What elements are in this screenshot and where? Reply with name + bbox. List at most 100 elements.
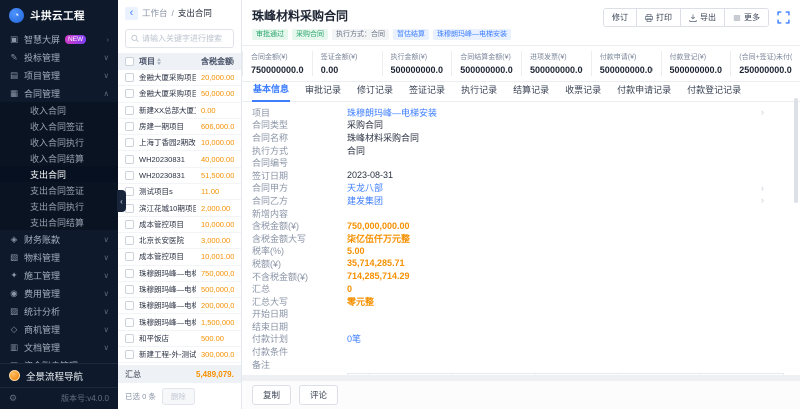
sidebar-item[interactable]: 支出合同结算 (0, 214, 118, 230)
stat-label: 付款登记(¥) (670, 52, 723, 62)
tab[interactable]: 执行记录 (460, 80, 498, 101)
row-checkbox[interactable] (125, 155, 134, 164)
back-icon[interactable]: ‹ (125, 7, 138, 20)
table-row[interactable]: 测试项目s 11.00 (118, 184, 241, 200)
chevron-right-icon[interactable]: › (761, 195, 764, 205)
row-checkbox[interactable] (125, 252, 134, 261)
row-checkbox[interactable] (125, 269, 134, 278)
row-checkbox[interactable] (125, 301, 134, 310)
search-input[interactable] (142, 34, 228, 43)
fullscreen-button[interactable] (777, 11, 790, 24)
sidebar-item[interactable]: 收入合同签证 (0, 118, 118, 134)
stat-cell: 合同结算金额(¥) 500000000.00 (451, 51, 521, 76)
row-checkbox[interactable] (125, 334, 134, 343)
sidebar-item[interactable]: ✦ 施工管理 ∨ (0, 266, 118, 284)
field-label: 执行方式 (252, 144, 347, 157)
footer-action-button[interactable]: 评论 (299, 385, 338, 405)
tab[interactable]: 付款申请记录 (616, 80, 672, 101)
print-button[interactable]: 打印 (636, 9, 680, 26)
more-button[interactable]: 更多 (724, 9, 768, 26)
table-row[interactable]: 成本管控项目 10,000.00 (118, 217, 241, 233)
sidebar-item[interactable]: ▧ 物料管理 ∨ (0, 248, 118, 266)
table-row[interactable]: 珠穆朗玛峰—电梯... 200,000,0... (118, 298, 241, 314)
select-all-checkbox[interactable] (125, 57, 134, 66)
row-checkbox[interactable] (125, 106, 134, 115)
tab[interactable]: 基本信息 (252, 79, 290, 102)
sidebar-item-badge: NEW (65, 35, 86, 44)
sidebar-item[interactable]: ▩ 资金账户管理 ∨ (0, 356, 118, 363)
table-row[interactable]: 新建工程-外-测试 300,000.0... (118, 347, 241, 363)
table-row[interactable]: 珠穆朗玛峰—电梯... 500,000,0... (118, 282, 241, 298)
breadcrumb-parent[interactable]: 工作台 (142, 7, 168, 19)
field-value: 天龙八部 (347, 181, 383, 194)
sidebar-item[interactable]: 支出合同签证 (0, 182, 118, 198)
smart-screen-icon: ▣ (9, 34, 19, 45)
sidebar-item[interactable]: 收入合同执行 (0, 134, 118, 150)
sidebar-item[interactable]: 支出合同执行 (0, 198, 118, 214)
row-amount: 2,000.00 (201, 204, 234, 213)
table-row[interactable]: 房建一期项目 606,000.0... (118, 119, 241, 135)
row-checkbox[interactable] (125, 171, 134, 180)
row-checkbox[interactable] (125, 236, 134, 245)
chevron-right-icon[interactable]: › (761, 107, 764, 117)
table-row[interactable]: 金融大厦采购项目 50,000.00 (118, 86, 241, 102)
sort-icon[interactable] (157, 58, 161, 65)
sidebar-item[interactable]: ▨ 统计分析 ∨ (0, 302, 118, 320)
row-checkbox[interactable] (125, 318, 134, 327)
table-row[interactable]: 北京长安医院 3,000.00 (118, 233, 241, 249)
tab[interactable]: 修订记录 (356, 80, 394, 101)
sidebar-item[interactable]: ▥ 文档管理 ∨ (0, 338, 118, 356)
field-label: 汇总 (252, 282, 347, 295)
row-checkbox[interactable] (125, 122, 134, 131)
table-row[interactable]: 滨江花城10期项目-... 2,000.00 (118, 200, 241, 216)
row-checkbox[interactable] (125, 138, 134, 147)
sidebar-item[interactable]: 收入合同结算 (0, 150, 118, 166)
field-value: 合同 (347, 144, 365, 157)
sidebar-item[interactable]: ◈ 财务账款 ∨ (0, 230, 118, 248)
sidebar-item[interactable]: 支出合同 (0, 166, 118, 182)
row-checkbox[interactable] (125, 350, 134, 359)
sidebar-item[interactable]: ✎ 投标管理 ∨ (0, 48, 118, 66)
tab[interactable]: 签证记录 (408, 80, 446, 101)
table-row[interactable]: 和平饭店 500.00 (118, 331, 241, 347)
tab[interactable]: 付款登记记录 (686, 80, 742, 101)
sidebar-item[interactable]: ▦ 合同管理 ∧ (0, 84, 118, 102)
app-logo[interactable]: ◔ 斗拱云工程 (0, 0, 118, 30)
revise-button[interactable]: 修订 (604, 9, 636, 26)
chevron-right-icon[interactable]: › (761, 183, 764, 193)
row-amount: 20,000.00 (201, 73, 234, 82)
settings-gear-icon[interactable]: ⚙ (9, 393, 17, 404)
sidebar-item[interactable]: ◇ 商机管理 ∨ (0, 320, 118, 338)
row-checkbox[interactable] (125, 187, 134, 196)
tab[interactable]: 审批记录 (304, 80, 342, 101)
bidding-icon: ✎ (9, 52, 19, 63)
table-row[interactable]: 新建XX总部大厦工... 0.00 (118, 103, 241, 119)
table-row[interactable]: 上海丁香园2期改造... 10,000.00 (118, 135, 241, 151)
tab[interactable]: 结算记录 (512, 80, 550, 101)
column-project: 项目 (139, 56, 155, 67)
delete-button[interactable]: 删除 (162, 388, 195, 405)
footer-action-button[interactable]: 复制 (252, 385, 291, 405)
sidebar-item-process-navigation[interactable]: 全景流程导航 (0, 363, 118, 387)
sidebar-item[interactable]: 收入合同 (0, 102, 118, 118)
sidebar-item[interactable]: ◉ 费用管理 ∨ (0, 284, 118, 302)
table-row[interactable]: WH20230831 51,500.00 (118, 168, 241, 184)
tab[interactable]: 收票记录 (564, 80, 602, 101)
field-value: 714,285,714.29 (347, 271, 410, 281)
table-row[interactable]: 珠穆朗玛峰—电梯... 750,000,0... (118, 266, 241, 282)
sidebar-collapse-handle[interactable]: ‹ (117, 190, 126, 212)
row-checkbox[interactable] (125, 285, 134, 294)
table-row[interactable]: 金融大厦采购项目 20,000.00 (118, 70, 241, 86)
table-row[interactable]: 珠穆朗玛峰—电梯... 1,500,000... (118, 314, 241, 330)
row-checkbox[interactable] (125, 220, 134, 229)
table-row[interactable]: WH20230831 40,000.00 (118, 151, 241, 167)
export-button[interactable]: 导出 (680, 9, 724, 26)
sidebar-item[interactable]: ▤ 项目管理 ∨ (0, 66, 118, 84)
scrollbar[interactable] (794, 98, 798, 203)
row-checkbox[interactable] (125, 89, 134, 98)
sidebar-item[interactable]: ▣ 智慧大屏 NEW › (0, 30, 118, 48)
row-checkbox[interactable] (125, 204, 134, 213)
table-row[interactable]: 成本管控项目 10,001.00 (118, 249, 241, 265)
row-checkbox[interactable] (125, 73, 134, 82)
row-project-name: 金融大厦采购项目 (139, 88, 196, 99)
